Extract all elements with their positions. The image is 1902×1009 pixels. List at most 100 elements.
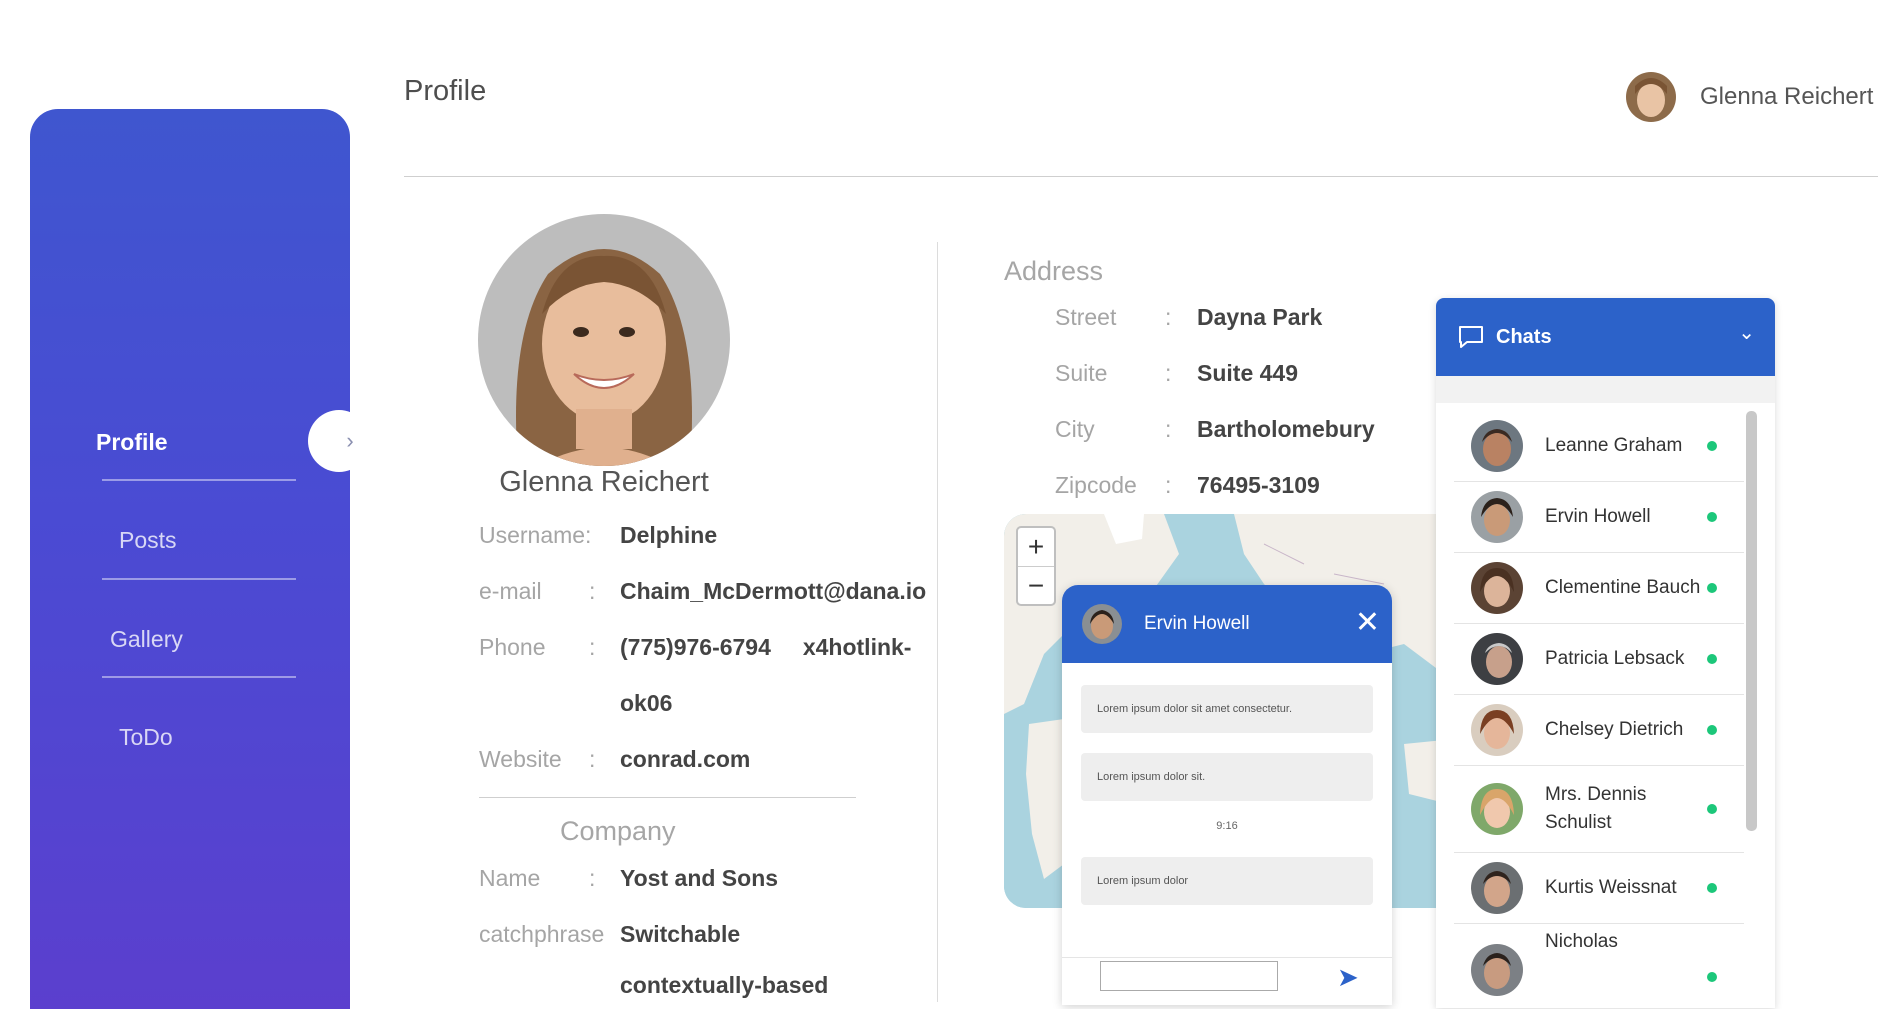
contact-name: Patricia Lebsack — [1545, 648, 1685, 669]
chevron-right-icon: › — [346, 428, 354, 453]
field-separator: : — [1165, 472, 1172, 498]
email-value: Chaim_McDermott@dana.io — [620, 578, 927, 604]
sidebar: Profile Posts Gallery ToDo — [30, 109, 350, 1009]
chat-window: Ervin Howell ✕ Lorem ipsum dolor sit ame… — [1062, 585, 1392, 1005]
map-zoom-control: + − — [1016, 526, 1056, 606]
user-menu[interactable]: Glenna Reichert — [1626, 70, 1873, 124]
field-label: Suite — [1055, 360, 1108, 386]
online-status-dot — [1707, 583, 1717, 593]
field-label: Street — [1055, 304, 1117, 330]
avatar — [1471, 420, 1523, 472]
field-separator: : — [589, 634, 596, 660]
contact-name: Nicholas — [1545, 931, 1618, 952]
field-separator: : — [1165, 360, 1172, 386]
chat-window-header: Ervin Howell — [1062, 585, 1392, 663]
field-label: Phone — [479, 634, 546, 660]
catchphrase-value-continued: contextually-based — [620, 972, 829, 998]
field-label: Zipcode — [1055, 472, 1137, 498]
chevron-down-icon[interactable]: ⌄ — [1738, 320, 1755, 345]
chat-contact-item[interactable]: Chelsey Dietrich — [1454, 695, 1744, 766]
chat-contact-item[interactable]: Nicholas — [1454, 924, 1744, 996]
chats-scrollbar[interactable] — [1746, 411, 1757, 831]
street-value: Dayna Park — [1197, 304, 1323, 330]
avatar — [1471, 862, 1523, 914]
contact-name: Ervin Howell — [1545, 506, 1651, 527]
online-status-dot — [1707, 512, 1717, 522]
column-divider — [937, 242, 938, 1002]
avatar — [1471, 943, 1523, 996]
sidebar-divider — [102, 578, 296, 580]
avatar — [1626, 72, 1676, 122]
field-separator: : — [1165, 416, 1172, 442]
send-icon[interactable]: ➤ — [1337, 962, 1359, 993]
sidebar-item-label: Posts — [119, 527, 177, 553]
sidebar-item-label: Gallery — [110, 626, 183, 652]
field-separator: : — [585, 522, 592, 548]
contact-name: Chelsey Dietrich — [1545, 719, 1684, 740]
sidebar-divider — [102, 479, 296, 481]
online-status-dot — [1707, 883, 1717, 893]
chats-panel: Chats ⌄ Leanne Graham Ervin Howell Cleme… — [1436, 298, 1775, 1008]
online-status-dot — [1707, 804, 1717, 814]
avatar — [1471, 783, 1523, 835]
contact-name: Clementine Bauch — [1545, 577, 1701, 598]
field-separator: : — [589, 746, 596, 772]
address-title: Address — [1004, 256, 1104, 286]
zoom-out-button[interactable]: − — [1018, 566, 1054, 605]
suite-value: Suite 449 — [1197, 360, 1298, 386]
chat-contact-item[interactable]: Patricia Lebsack — [1454, 624, 1744, 695]
zoom-in-button[interactable]: + — [1018, 528, 1054, 566]
online-status-dot — [1707, 441, 1717, 451]
field-label: Name — [479, 865, 541, 891]
username-value: Delphine — [620, 522, 718, 548]
page-title: Profile — [404, 75, 487, 107]
sidebar-toggle-button[interactable]: › — [308, 410, 370, 472]
profile-name: Glenna Reichert — [499, 466, 709, 498]
sidebar-item-label: ToDo — [119, 724, 173, 750]
company-divider — [479, 797, 856, 798]
avatar — [1471, 491, 1523, 543]
catchphrase-value: Switchable — [620, 921, 741, 947]
phone-value-continued: ok06 — [620, 690, 673, 716]
sidebar-divider — [102, 676, 296, 678]
chat-contact-name: Ervin Howell — [1144, 613, 1250, 634]
chat-contact-item[interactable]: Leanne Graham — [1454, 411, 1744, 482]
contact-name: Kurtis Weissnat — [1545, 877, 1677, 898]
chats-panel-header[interactable]: Chats ⌄ — [1436, 298, 1775, 376]
zipcode-value: 76495-3109 — [1197, 472, 1320, 498]
close-icon[interactable]: ✕ — [1355, 605, 1380, 640]
chat-message: Lorem ipsum dolor sit amet consectetur. — [1081, 685, 1373, 733]
chat-contact-item[interactable]: Kurtis Weissnat — [1454, 853, 1744, 924]
header-divider — [404, 176, 1878, 177]
chat-contact-item[interactable]: Clementine Bauch — [1454, 553, 1744, 624]
contact-name: Mrs. Dennis Schulist — [1545, 784, 1647, 833]
phone-value: (775)976-6794 x4hotlink- — [620, 634, 912, 660]
website-value: conrad.com — [620, 746, 751, 772]
chat-input-divider — [1062, 957, 1392, 958]
chat-message: Lorem ipsum dolor — [1081, 857, 1373, 905]
field-label: City — [1055, 416, 1095, 442]
avatar — [1471, 704, 1523, 756]
avatar — [1082, 604, 1122, 644]
sidebar-item-gallery[interactable]: Gallery — [30, 604, 350, 674]
sidebar-item-profile[interactable]: Profile — [30, 407, 350, 477]
chat-timestamp: 9:16 — [1216, 820, 1238, 832]
sidebar-item-todo[interactable]: ToDo — [30, 702, 350, 772]
chats-spacer — [1436, 376, 1775, 403]
online-status-dot — [1707, 654, 1717, 664]
field-separator: : — [589, 865, 596, 891]
chat-contact-item[interactable]: Mrs. Dennis Schulist — [1454, 766, 1744, 853]
chat-bubble-icon — [1459, 326, 1483, 348]
chat-contact-item[interactable]: Ervin Howell — [1454, 482, 1744, 553]
field-label: Username — [479, 522, 586, 548]
chat-message: Lorem ipsum dolor sit. — [1081, 753, 1373, 801]
online-status-dot — [1707, 725, 1717, 735]
sidebar-item-label: Profile — [96, 429, 168, 455]
field-label: catchphrase — [479, 921, 605, 947]
field-separator: : — [1165, 304, 1172, 330]
avatar — [1471, 562, 1523, 614]
field-label: Website — [479, 746, 562, 772]
contact-name: Leanne Graham — [1545, 435, 1683, 456]
field-separator: : — [589, 578, 596, 604]
sidebar-item-posts[interactable]: Posts — [30, 505, 350, 575]
